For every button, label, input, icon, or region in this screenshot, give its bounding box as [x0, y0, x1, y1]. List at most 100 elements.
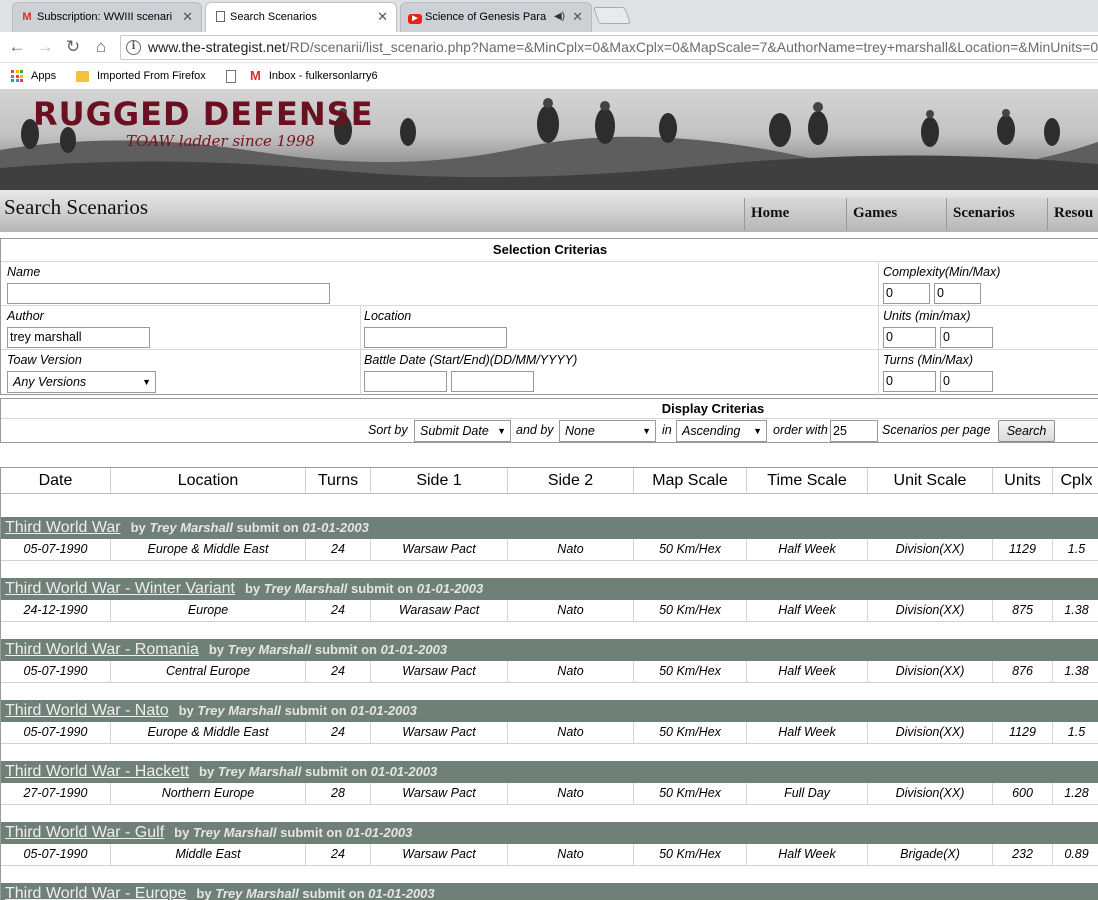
site-logo[interactable]: RUGGED DEFENSE: [33, 95, 374, 133]
search-button[interactable]: Search: [998, 420, 1055, 442]
units-min-input[interactable]: 0: [883, 327, 936, 348]
author-label: Author: [7, 309, 44, 323]
order-select[interactable]: Ascending ▼: [676, 420, 767, 442]
back-arrow-icon[interactable]: ←: [6, 36, 28, 58]
youtube-icon: ▶: [408, 11, 422, 24]
cell-side-1: Warsaw Pact: [371, 783, 508, 804]
cell-unit-scale: Division(XX): [868, 722, 993, 743]
cell-side-1: Warsaw Pact: [371, 722, 508, 743]
submit-label: submit on: [305, 764, 368, 779]
submit-date: 01-01-2003: [345, 825, 413, 840]
by-label: by: [244, 581, 261, 596]
complexity-min-input[interactable]: 0: [883, 283, 930, 304]
browser-tab-search-scenarios[interactable]: Search Scenarios ✕: [205, 2, 397, 32]
menu-resources[interactable]: Resou: [1047, 198, 1098, 230]
address-bar[interactable]: i www.the-strategist.net/RD/scenarii/lis…: [120, 35, 1098, 60]
table-row: 05-07-1990 Central Europe 24 Warsaw Pact Nat…: [1, 661, 1098, 683]
cell-location: Northern Europe: [111, 783, 306, 804]
cell-location: Europe: [111, 600, 306, 621]
home-icon[interactable]: ⌂: [90, 36, 112, 58]
submit-label: submit on: [280, 825, 343, 840]
page-icon: [213, 11, 227, 23]
scenario-author: Trey Marshall: [217, 764, 302, 779]
battle-date-start-input[interactable]: [364, 371, 447, 392]
cell-unit-scale: Brigade(X): [868, 844, 993, 865]
battle-date-label: Battle Date (Start/End)(DD/MM/YYYY): [364, 353, 578, 367]
scenario-name-link[interactable]: Third World War: [5, 519, 121, 536]
table-row: 05-07-1990 Europe & Middle East 24 Warsaw P…: [1, 539, 1098, 561]
menu-scenarios[interactable]: Scenarios: [946, 198, 1048, 230]
scenario-name-link[interactable]: Third World War - Romania: [5, 641, 199, 658]
scenario-name-link[interactable]: Third World War - Nato: [5, 702, 169, 719]
column-header-location: Location: [111, 468, 306, 494]
bookmark-imported-from-firefox[interactable]: Imported From Firefox: [76, 63, 206, 89]
tab-title: Search Scenarios: [230, 11, 317, 23]
cell-time-scale: Half Week: [747, 539, 868, 560]
forward-arrow-icon[interactable]: →: [34, 36, 56, 58]
cell-date: 05-07-1990: [1, 539, 111, 560]
sort-by-select[interactable]: Submit Date ▼: [414, 420, 511, 442]
by-label: by: [196, 886, 212, 900]
toaw-version-select[interactable]: Any Versions ▼: [7, 371, 156, 393]
cell-date: 24-12-1990: [1, 600, 111, 621]
cell-units: 875: [993, 600, 1053, 621]
scenario-name-link[interactable]: Third World War - Gulf: [5, 824, 164, 841]
speaker-icon[interactable]: ◀): [554, 3, 565, 31]
cell-date: 05-07-1990: [1, 722, 111, 743]
table-row: 05-07-1990 Middle East 24 Warsaw Pact Nato 50…: [1, 844, 1098, 866]
name-input[interactable]: [7, 283, 330, 304]
browser-tab-youtube[interactable]: ▶ Science of Genesis Para ◀) ✕: [400, 2, 592, 32]
info-icon[interactable]: i: [126, 40, 141, 55]
per-page-label: Scenarios per page: [882, 423, 991, 437]
scenario-name-link[interactable]: Third World War - Hackett: [5, 763, 189, 780]
submit-date: 01-01-2003: [350, 703, 417, 718]
url-text: www.the-strategist.net/RD/scenarii/list_…: [148, 39, 1098, 55]
complexity-max-input[interactable]: 0: [934, 283, 981, 304]
per-page-input[interactable]: 25: [830, 420, 878, 442]
browser-tab-subscription[interactable]: M Subscription: WWIII scenari ✕: [12, 2, 202, 32]
scenario-group-header: Third World War - Romania by Trey Marshal…: [1, 639, 1098, 661]
site-banner: RUGGED DEFENSE TOAW ladder since 1998: [0, 90, 1098, 190]
close-icon[interactable]: ✕: [377, 3, 388, 31]
sort-by-label: Sort by: [368, 423, 408, 437]
bookmark-apps[interactable]: Apps: [11, 63, 56, 89]
cell-location: Central Europe: [111, 661, 306, 682]
author-input[interactable]: trey marshall: [7, 327, 150, 348]
turns-max-input[interactable]: 0: [940, 371, 993, 392]
scenario-author: Trey Marshall: [215, 886, 299, 900]
menu-home[interactable]: Home: [744, 198, 846, 230]
scenario-group-header: Third World War - Europe by Trey Marshall…: [1, 883, 1098, 900]
turns-min-input[interactable]: 0: [883, 371, 936, 392]
cell-units: 600: [993, 783, 1053, 804]
menu-games[interactable]: Games: [846, 198, 948, 230]
selection-criteria-panel: Selection Criterias Name Complexity(Min/…: [0, 238, 1098, 395]
gmail-icon: M: [250, 68, 261, 84]
scenario-name-link[interactable]: Third World War - Winter Variant: [5, 580, 235, 597]
location-input[interactable]: [364, 327, 507, 348]
column-header-unit-scale: Unit Scale: [868, 468, 993, 494]
new-tab-button[interactable]: [592, 7, 632, 24]
close-icon[interactable]: ✕: [572, 3, 583, 31]
scenario-group-header: Third World War - Nato by Trey Marshall s…: [1, 700, 1098, 722]
by-label: by: [208, 642, 224, 657]
table-row: 05-07-1990 Europe & Middle East 24 Warsaw P…: [1, 722, 1098, 744]
bookmark-blank-page[interactable]: [226, 63, 244, 89]
reload-icon[interactable]: ↻: [62, 36, 84, 58]
cell-side-1: Warsaw Pact: [371, 661, 508, 682]
scenario-name-link[interactable]: Third World War - Europe: [5, 885, 186, 900]
browser-tab-strip: M Subscription: WWIII scenari ✕ Search S…: [0, 0, 1098, 32]
cell-date: 27-07-1990: [1, 783, 111, 804]
battle-date-end-input[interactable]: [451, 371, 534, 392]
and-by-select[interactable]: None ▼: [559, 420, 656, 442]
cell-side-1: Warasaw Pact: [371, 600, 508, 621]
units-max-input[interactable]: 0: [940, 327, 993, 348]
dropdown-arrow-icon: ▼: [497, 426, 506, 436]
cell-units: 232: [993, 844, 1053, 865]
scenario-group-header: Third World War - Gulf by Trey Marshall s…: [1, 822, 1098, 844]
display-criteria-panel: Display Criterias Sort by Submit Date ▼ a…: [0, 398, 1098, 443]
bookmark-inbox[interactable]: M Inbox - fulkersonlarry6: [250, 63, 378, 89]
bookmarks-bar: Apps Imported From Firefox M Inbox - fulk…: [0, 63, 1098, 90]
close-icon[interactable]: ✕: [182, 3, 193, 31]
cell-side-2: Nato: [508, 600, 634, 621]
column-header-units: Units: [993, 468, 1053, 494]
